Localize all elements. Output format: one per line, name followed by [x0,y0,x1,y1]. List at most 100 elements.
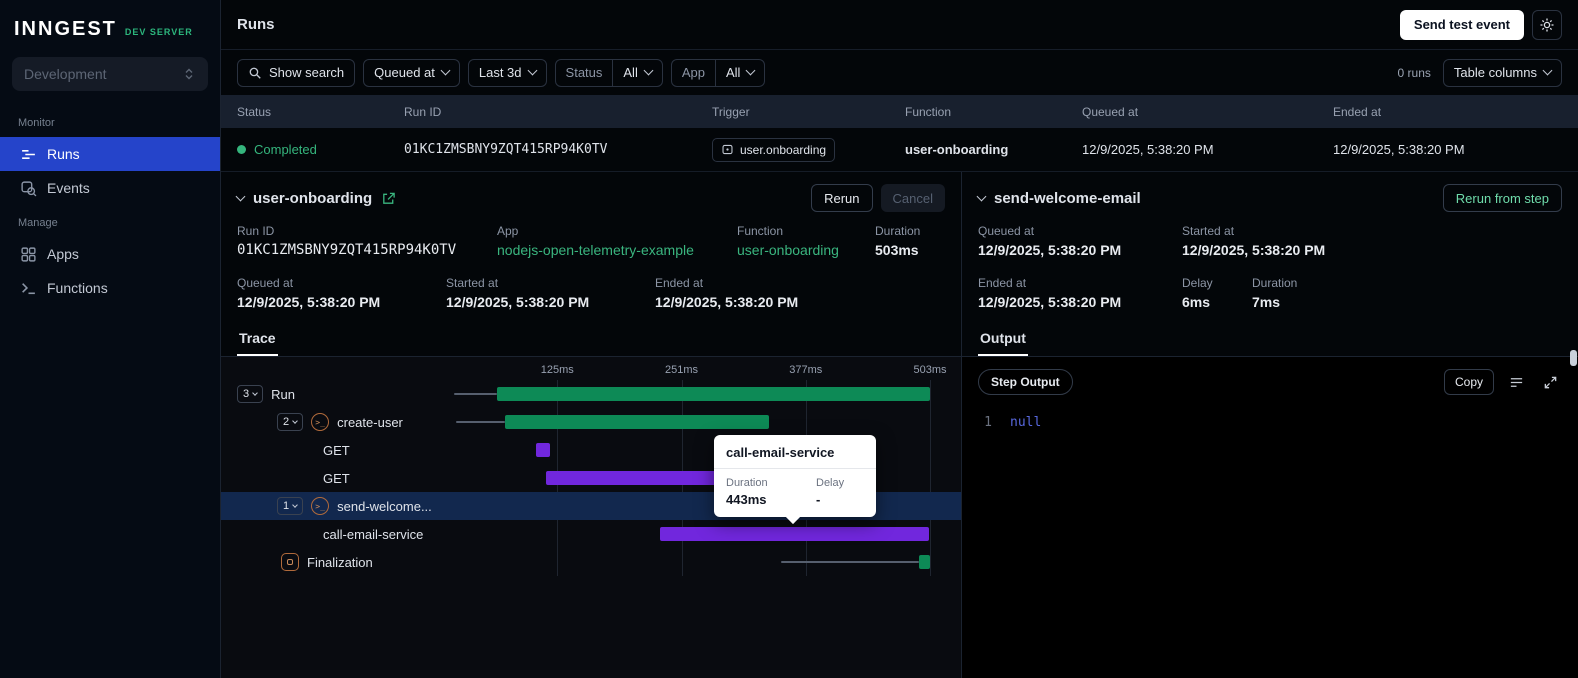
app-filter: App All [670,58,766,87]
show-search-button[interactable]: Show search [237,58,356,87]
step-duration-value: 7ms [1252,294,1281,310]
external-link-icon[interactable] [381,191,396,206]
step-output-badge: Step Output [978,369,1073,395]
trace-delay-bar[interactable] [781,561,920,563]
rerun-from-step-button[interactable]: Rerun from step [1442,184,1562,212]
status-dot-completed [237,145,246,154]
functions-icon [22,282,35,294]
trace-delay-bar[interactable] [455,421,505,423]
col-function: Function [905,104,952,119]
trace-span-bar[interactable] [497,387,930,401]
trace-span-bar[interactable] [659,527,929,541]
step-panel: send-welcome-email Rerun from step Queue… [962,172,1578,678]
expand-toggle[interactable]: 1 [277,497,304,515]
step-queued-value: 12/9/2025, 5:38:20 PM [978,242,1122,258]
copy-button[interactable]: Copy [1443,369,1494,395]
status-filter-value[interactable]: All [613,60,661,86]
environment-select[interactable]: Development [12,57,208,91]
sidebar-item-functions[interactable]: Functions [12,271,208,305]
trace-span-bar[interactable] [535,443,551,457]
trace-delay-bar[interactable] [453,393,498,395]
axis-tick-label: 251ms [664,364,699,376]
trace-row-run[interactable]: 3 Run [221,380,961,408]
trace-row-create-user[interactable]: 2 >_ create-user [221,408,961,436]
sidebar-item-runs[interactable]: Runs [0,137,220,171]
cancel-button[interactable]: Cancel [880,184,945,212]
queued-at-value: 12/9/2025, 5:38:20 PM [237,294,381,310]
collapse-chevron-icon[interactable] [235,191,246,201]
topbar: Runs Send test event [221,0,1578,50]
table-columns-button[interactable]: Table columns [1442,58,1562,87]
settings-button[interactable] [1532,9,1562,40]
function-cell: user-onboarding [905,142,1009,157]
step-icon: >_ [311,497,330,515]
ended-at-value: 12/9/2025, 5:38:20 PM [655,294,799,310]
tooltip-delay-value: - [816,492,821,507]
manage-section-label: Manage [18,217,58,229]
event-icon [722,144,733,155]
sidebar-item-label: Events [47,180,90,196]
gear-icon [1540,18,1554,31]
queued-at-filter[interactable]: Queued at [363,58,460,87]
table-row[interactable]: Completed 01KC1ZMSBNY9ZQT415RP94K0TV use… [221,128,1578,172]
expand-icon[interactable] [1538,370,1562,394]
trace-row-finalization[interactable]: Finalization [221,548,961,576]
col-queued-at: Queued at [1082,104,1139,119]
scrollbar-thumb[interactable] [1570,350,1577,366]
apps-icon [21,246,36,262]
sidebar-item-apps[interactable]: Apps [12,237,208,271]
duration-label: Duration [875,224,921,238]
main-area: Runs Send test event Show search Queued … [221,0,1578,678]
page-title: Runs [237,16,275,33]
expand-toggle[interactable]: 3 [237,385,264,403]
axis-tick-label: 377ms [789,364,823,376]
rerun-button[interactable]: Rerun [811,184,873,212]
step-title: send-welcome-email [994,189,1141,207]
chevron-down-icon [643,65,654,76]
sidebar-item-events[interactable]: Events [12,171,208,205]
tab-trace[interactable]: Trace [237,324,278,356]
time-range-filter[interactable]: Last 3d [467,58,547,87]
tab-output[interactable]: Output [978,324,1028,356]
word-wrap-icon[interactable] [1504,370,1528,394]
trace-plot [434,408,930,436]
send-test-event-button[interactable]: Send test event [1399,9,1524,40]
collapse-chevron-icon[interactable] [976,191,987,201]
dev-server-badge: DEV SERVER [124,27,193,37]
col-status: Status [237,104,272,119]
step-ended-value: 12/9/2025, 5:38:20 PM [978,294,1122,310]
app-link[interactable]: nodejs-open-telemetry-example [497,242,737,258]
run-title: user-onboarding [253,189,373,207]
step-delay-value: 6ms [1182,294,1211,310]
inngest-logo-text: INNGEST [14,18,117,40]
line-number: 1 [984,415,992,430]
run-id-label: Run ID [237,224,275,238]
ended-at-label: Ended at [655,276,704,290]
trace-span-bar[interactable] [504,415,770,429]
trigger-badge[interactable]: user.onboarding [712,137,836,162]
ended-at-cell: 12/9/2025, 5:38:20 PM [1333,142,1465,157]
started-at-value: 12/9/2025, 5:38:20 PM [446,294,590,310]
trace-span-bar[interactable] [546,471,738,485]
col-ended-at: Ended at [1333,104,1382,119]
tooltip-duration-label: Duration [726,477,768,489]
app-filter-value[interactable]: All [716,60,764,86]
chevrons-up-down-icon [185,68,193,80]
expand-toggle[interactable]: 2 [277,413,304,431]
run-id-cell: 01KC1ZMSBNY9ZQT415RP94K0TV [404,142,608,157]
sidebar-item-label: Runs [47,146,80,162]
step-delay-label: Delay [1182,276,1213,290]
run-count: 0 runs [1397,65,1431,80]
chevron-down-icon [440,65,451,76]
sidebar-item-label: Functions [47,280,108,296]
status-filter: Status All [554,58,663,87]
filter-toolbar: Show search Queued at Last 3d Status All… [221,50,1578,95]
output-code[interactable]: 1 null [978,415,1562,430]
trace-span-bar[interactable] [919,555,930,569]
output-panel: Step Output Copy 1 null [962,357,1578,678]
monitor-section-label: Monitor [18,117,55,129]
function-link[interactable]: user-onboarding [737,242,875,258]
step-queued-label: Queued at [978,224,1035,238]
tooltip-duration-value: 443ms [726,492,767,507]
trace-row-call-email-service[interactable]: call-email-service [221,520,961,548]
